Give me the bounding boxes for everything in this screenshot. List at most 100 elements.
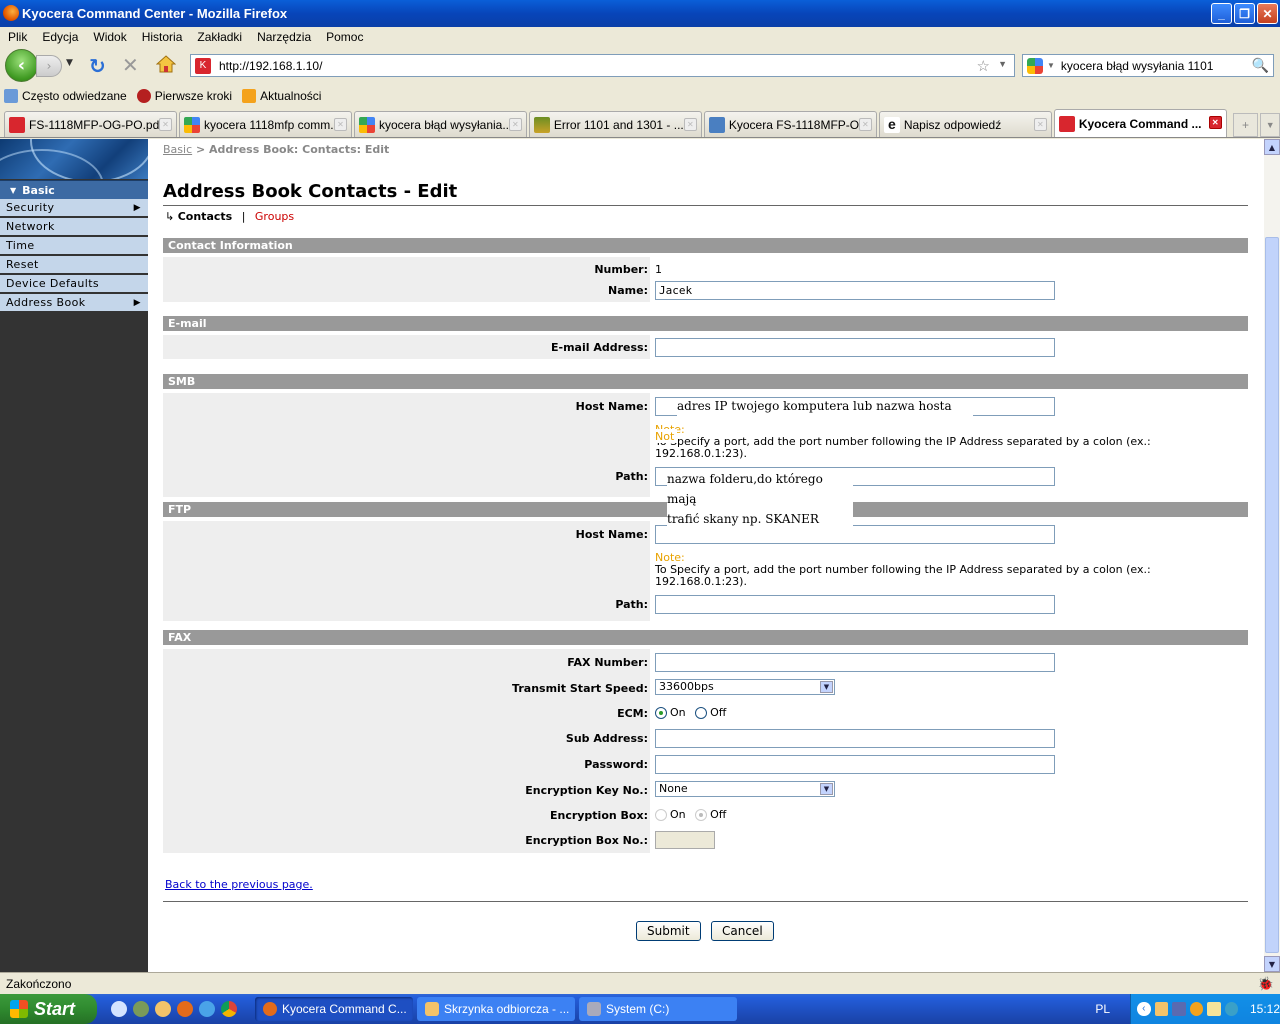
tray-sun-icon[interactable] <box>1189 1002 1203 1016</box>
search-bar[interactable]: ▼ kyocera błąd wysyłania 1101 🔍 <box>1022 54 1274 77</box>
back-to-previous-page-link[interactable]: Back to the previous page. <box>165 878 313 891</box>
menu-edycja[interactable]: Edycja <box>42 30 86 44</box>
scroll-down-icon[interactable]: ▼ <box>1264 956 1280 972</box>
taskbar-task-mail[interactable]: Skrzynka odbiorcza - ... <box>417 997 575 1021</box>
subnav-contacts[interactable]: Contacts <box>178 210 232 223</box>
tab[interactable]: Kyocera FS-1118MFP-O... ✕ <box>703 111 877 137</box>
close-tab-icon[interactable]: ✕ <box>683 118 697 131</box>
close-button[interactable]: ✕ <box>1257 3 1278 24</box>
new-tab-button[interactable]: + <box>1232 113 1259 137</box>
tray-expand-icon[interactable]: ‹ <box>1137 1002 1151 1016</box>
stop-icon[interactable]: ✕ <box>122 53 139 77</box>
ftp-note: Note: To Specify a port, add the port nu… <box>655 551 1151 588</box>
password-input[interactable] <box>655 755 1055 774</box>
transmit-speed-select[interactable]: 33600bps ▼ <box>655 679 835 695</box>
search-icon[interactable]: 🔍 <box>1252 57 1269 74</box>
menu-plik[interactable]: Plik <box>8 30 35 44</box>
url-dropdown-icon[interactable]: ▼ <box>998 59 1007 69</box>
menu-widok[interactable]: Widok <box>93 30 134 44</box>
menu-historia[interactable]: Historia <box>142 30 191 44</box>
firefox-icon[interactable] <box>177 1001 193 1017</box>
ie-icon[interactable] <box>199 1001 215 1017</box>
sidebar-item-reset[interactable]: Reset <box>0 256 148 274</box>
desktop-icon[interactable] <box>111 1001 127 1017</box>
email-address-input[interactable] <box>655 338 1055 357</box>
engine-dropdown-icon[interactable]: ▼ <box>1047 61 1055 70</box>
history-dropdown-icon[interactable]: ▼ <box>66 58 73 68</box>
tray-network-icon[interactable] <box>1172 1002 1186 1016</box>
encryption-box-no-input[interactable] <box>655 831 715 849</box>
minimize-button[interactable]: _ <box>1211 3 1232 24</box>
encryption-key-label: Encryption Key No.: <box>525 784 648 797</box>
close-tab-icon[interactable]: ✕ <box>858 118 872 131</box>
document-icon <box>708 116 725 133</box>
tab[interactable]: FS-1118MFP-OG-PO.pd... ✕ <box>4 111 177 137</box>
sidebar-heading[interactable]: ▼ Basic <box>0 180 148 199</box>
sub-address-input[interactable] <box>655 729 1055 748</box>
cancel-button[interactable]: Cancel <box>711 921 774 941</box>
back-button[interactable]: ‹ <box>5 49 38 82</box>
app-icon[interactable] <box>133 1001 149 1017</box>
bookmark-pierwsze-kroki[interactable]: Pierwsze kroki <box>136 89 232 103</box>
quick-launch <box>111 1001 237 1017</box>
sidebar-item-network[interactable]: Network <box>0 218 148 236</box>
forward-button[interactable]: › <box>36 55 62 77</box>
start-button[interactable]: Start <box>0 994 97 1024</box>
language-indicator[interactable]: PL <box>1095 1002 1110 1016</box>
encryption-box-on-radio[interactable]: On <box>655 808 686 821</box>
search-input[interactable]: kyocera błąd wysyłania 1101 <box>1061 59 1214 73</box>
tab[interactable]: Error 1101 and 1301 - ... ✕ <box>528 111 702 137</box>
tab[interactable]: e Napisz odpowiedź ✕ <box>878 111 1052 137</box>
submit-button[interactable]: Submit <box>636 921 701 941</box>
name-input[interactable] <box>655 281 1055 300</box>
clock-app-icon[interactable] <box>155 1001 171 1017</box>
scrollbar-thumb[interactable] <box>1265 237 1279 953</box>
close-tab-icon[interactable]: ✕ <box>158 118 172 131</box>
subnav-groups-link[interactable]: Groups <box>255 210 294 223</box>
sidebar-item-security[interactable]: Security ▶ <box>0 199 148 217</box>
tray-clock-icon[interactable] <box>1154 1002 1168 1016</box>
ie-icon: e <box>883 116 900 133</box>
section-header: E-mail <box>163 316 1248 331</box>
tray-folder-icon[interactable] <box>1207 1002 1221 1016</box>
tab[interactable]: kyocera 1118mfp comm... ✕ <box>178 111 352 137</box>
close-tab-icon[interactable]: ✕ <box>1208 116 1222 129</box>
bookmark-star-icon[interactable]: ☆ <box>977 57 990 75</box>
menu-zakladki[interactable]: Zakładki <box>197 30 250 44</box>
menu-pomoc[interactable]: Pomoc <box>326 30 371 44</box>
firefox-icon <box>3 5 19 21</box>
ecm-off-radio[interactable]: Off <box>695 706 726 719</box>
close-tab-icon[interactable]: ✕ <box>1033 118 1047 131</box>
taskbar-task-firefox[interactable]: Kyocera Command C... <box>255 997 413 1021</box>
sidebar-item-device-defaults[interactable]: Device Defaults <box>0 275 148 293</box>
tab-list-button[interactable]: ▼ <box>1260 113 1280 137</box>
home-icon[interactable] <box>156 54 176 74</box>
encryption-key-select[interactable]: None ▼ <box>655 781 835 797</box>
close-tab-icon[interactable]: ✕ <box>508 118 522 131</box>
tab[interactable]: kyocera błąd wysyłania... ✕ <box>353 111 527 137</box>
taskbar-task-drive[interactable]: System (C:) <box>579 997 737 1021</box>
chrome-icon[interactable] <box>221 1001 237 1017</box>
close-tab-icon[interactable]: ✕ <box>333 118 347 131</box>
bookmark-aktualnosci[interactable]: Aktualności <box>242 89 321 103</box>
scroll-up-icon[interactable]: ▲ <box>1264 139 1280 155</box>
sidebar-item-time[interactable]: Time <box>0 237 148 255</box>
bug-icon[interactable]: 🐞 <box>1258 976 1274 992</box>
restore-button[interactable]: ❐ <box>1234 3 1255 24</box>
sidebar-item-address-book[interactable]: Address Book ▶ <box>0 294 148 312</box>
url-bar[interactable]: K http://192.168.1.10/ ☆ ▼ <box>190 54 1015 77</box>
tray-app-icon[interactable] <box>1224 1002 1238 1016</box>
breadcrumb-basic-link[interactable]: Basic <box>163 143 192 156</box>
ftp-path-input[interactable] <box>655 595 1055 614</box>
tab-active[interactable]: Kyocera Command ... ✕ <box>1053 109 1227 137</box>
fax-number-input[interactable] <box>655 653 1055 672</box>
bookmark-czesto-odwiedzane[interactable]: Często odwiedzane <box>4 89 127 103</box>
reload-icon[interactable]: ↻ <box>89 54 106 78</box>
encryption-box-off-radio[interactable]: Off <box>695 808 726 821</box>
ecm-on-radio[interactable]: On <box>655 706 686 719</box>
number-value: 1 <box>655 263 662 276</box>
sub-address-label: Sub Address: <box>565 732 648 745</box>
google-search-engine-icon[interactable] <box>1027 57 1043 74</box>
vertical-scrollbar[interactable]: ▲ ▼ <box>1264 139 1280 972</box>
menu-narzedzia[interactable]: Narzędzia <box>257 30 319 44</box>
